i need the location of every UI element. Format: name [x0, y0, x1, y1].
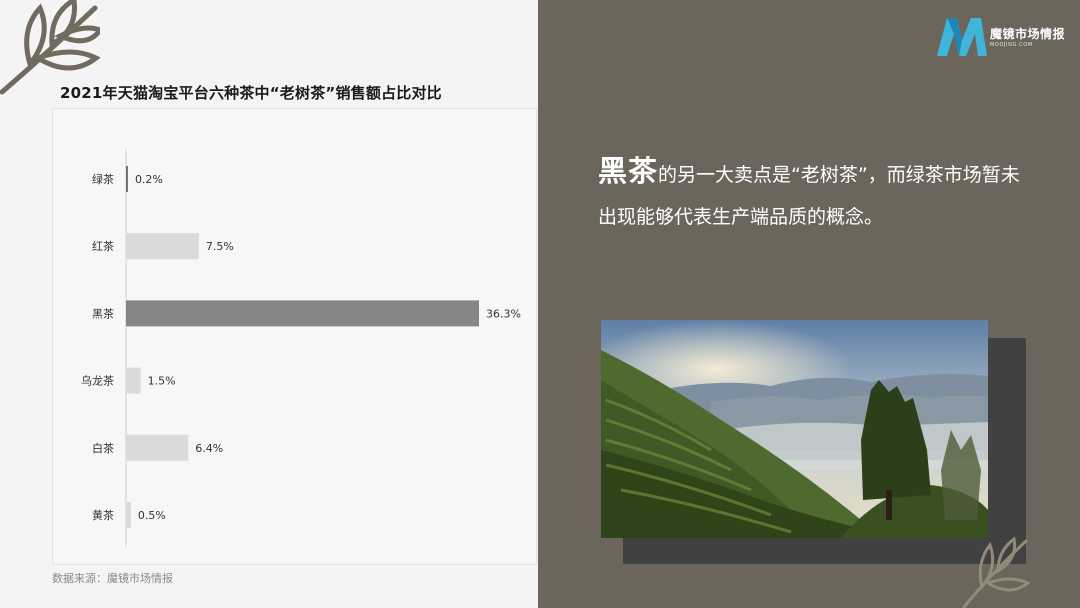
bar-1 — [126, 233, 199, 260]
headline-highlight: 黑茶 — [598, 154, 659, 188]
category-label: 黄茶 — [92, 508, 114, 522]
value-label: 36.3% — [486, 307, 521, 320]
brand-name: 魔镜市场情报 — [990, 27, 1066, 41]
brand-sub: MOOJING.COM — [990, 42, 1033, 48]
value-label: 0.2% — [135, 173, 163, 186]
headline: 黑茶的另一大卖点是“老树茶”，而绿茶市场暂未出现能够代表生产端品质的概念。 — [598, 150, 1038, 238]
category-label: 绿茶 — [92, 172, 114, 186]
category-label: 黑茶 — [92, 307, 114, 320]
bar-chart: 绿茶 0.2% 红茶 7.5% 黑茶 36.3% 乌龙茶 1.5% 白茶 6.4% 黄茶 0.5% — [81, 149, 521, 547]
value-label: 1.5% — [148, 375, 176, 388]
tea-plantation-photo — [601, 320, 988, 538]
bar-2 — [126, 300, 479, 327]
value-label: 6.4% — [195, 442, 223, 455]
value-label: 7.5% — [206, 240, 234, 253]
bar-0 — [126, 166, 128, 192]
data-source: 数据来源：魔镜市场情报 — [52, 572, 173, 585]
wheat-leaf-icon-bottom — [962, 536, 1030, 608]
chart-title: 2021年天猫淘宝平台六种茶中“老树茶”销售额占比对比 — [60, 84, 442, 102]
value-label: 0.5% — [138, 509, 166, 522]
chart-area: 绿茶 0.2% 红茶 7.5% 黑茶 36.3% 乌龙茶 1.5% 白茶 6.4% 黄茶 0.5% — [52, 108, 537, 565]
category-label: 红茶 — [92, 240, 114, 253]
headline-text: 的另一大卖点是“老树茶”，而绿茶市场暂未出现能够代表生产端品质的概念。 — [598, 164, 1020, 228]
wheat-leaf-icon — [0, 0, 100, 95]
bar-4 — [126, 434, 189, 461]
category-label: 白茶 — [92, 441, 114, 455]
tea-plantation-landscape-icon — [601, 320, 988, 538]
bar-3 — [126, 367, 141, 394]
category-label: 乌龙茶 — [81, 374, 114, 388]
bar-5 — [126, 502, 131, 528]
